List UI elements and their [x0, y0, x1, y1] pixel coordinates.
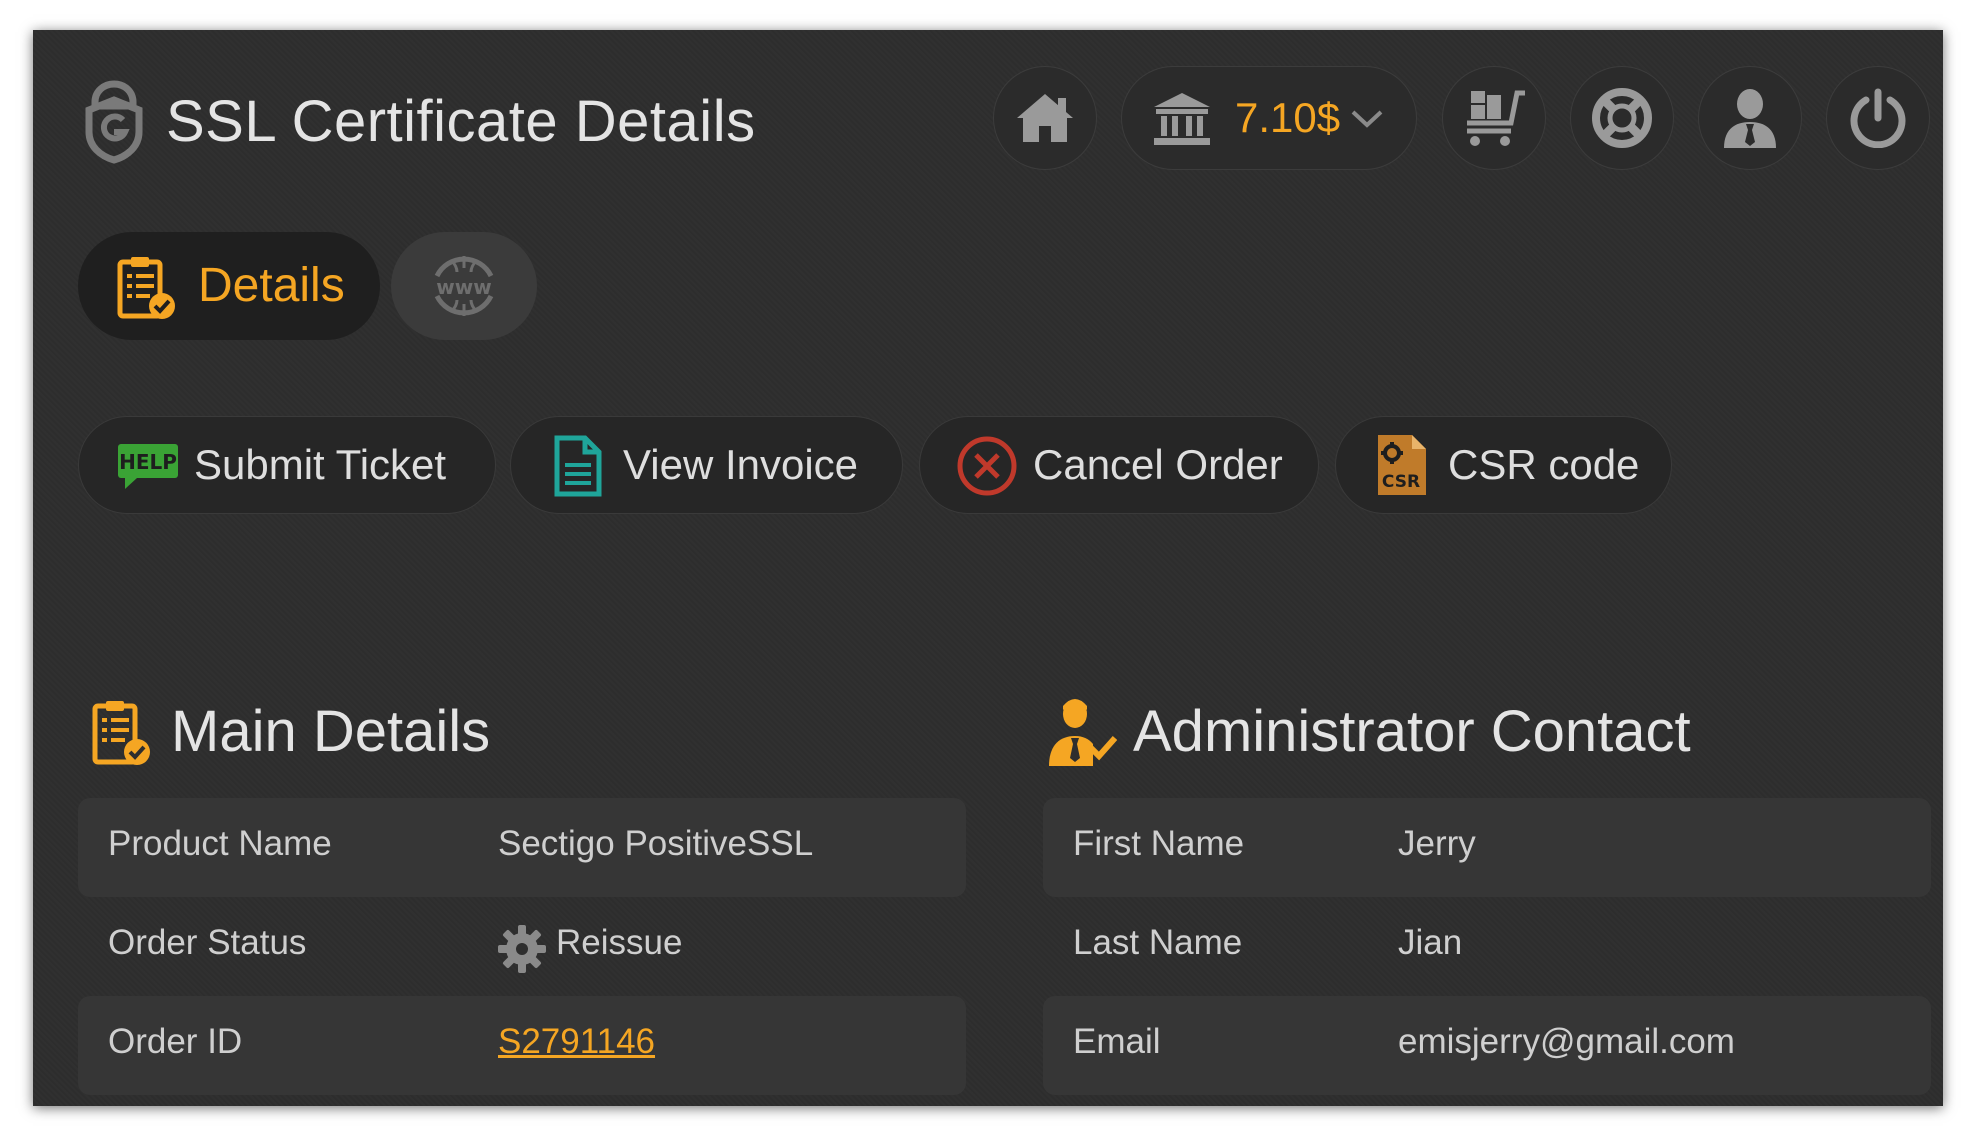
cancel-order-label: Cancel Order	[1033, 441, 1283, 488]
user-icon	[1724, 89, 1776, 148]
power-icon	[1850, 88, 1906, 148]
app-window: SSL Certificate Details 7.10$ Details ww…	[33, 30, 1943, 1106]
order-id-key: Order ID	[108, 1022, 243, 1061]
last-name-key: Last Name	[1073, 923, 1243, 962]
main-details-table: Product Name Sectigo PositiveSSL Order S…	[78, 798, 966, 1095]
table-row: Last Name Jian	[1043, 897, 1931, 996]
cancel-order-button[interactable]: Cancel Order	[919, 416, 1319, 514]
balance-amount: 7.10$	[1235, 94, 1341, 141]
view-invoice-label: View Invoice	[623, 441, 859, 488]
product-name-value: Sectigo PositiveSSL	[498, 824, 814, 863]
admin-contact-title: Administrator Contact	[1133, 699, 1691, 764]
page-title: SSL Certificate Details	[166, 89, 756, 154]
cart-button[interactable]	[1442, 66, 1546, 170]
submit-ticket-button[interactable]: HELP Submit Ticket	[78, 416, 496, 514]
svg-text:www: www	[436, 275, 491, 299]
bank-icon	[1154, 93, 1210, 145]
csr-code-button[interactable]: CSR CSR code	[1335, 416, 1672, 514]
cart-icon	[1467, 90, 1525, 146]
submit-ticket-label: Submit Ticket	[194, 441, 447, 488]
clipboard-check-icon	[92, 701, 150, 765]
first-name-value: Jerry	[1398, 824, 1476, 863]
table-row: First Name Jerry	[1043, 798, 1931, 897]
support-button[interactable]	[1570, 66, 1674, 170]
order-status-value: Reissue	[556, 923, 683, 962]
admin-user-check-icon	[1049, 699, 1117, 766]
gear-icon	[498, 925, 546, 973]
order-status-key: Order Status	[108, 923, 307, 962]
first-name-key: First Name	[1073, 824, 1245, 863]
home-icon	[1017, 94, 1073, 142]
home-button[interactable]	[993, 66, 1097, 170]
chevron-down-icon	[1351, 110, 1383, 128]
order-id-link[interactable]: S2791146	[498, 1022, 655, 1061]
email-value: emisjerry@gmail.com	[1398, 1022, 1735, 1061]
view-invoice-button[interactable]: View Invoice	[510, 416, 903, 514]
www-globe-icon: www	[434, 256, 494, 316]
table-row: Email emisjerry@gmail.com	[1043, 996, 1931, 1095]
table-row: Order ID S2791146	[78, 996, 966, 1095]
svg-text:CSR: CSR	[1382, 472, 1420, 492]
logout-button[interactable]	[1826, 66, 1930, 170]
tab-details-label: Details	[198, 259, 345, 312]
email-key: Email	[1073, 1022, 1161, 1061]
csr-file-icon: CSR	[1378, 435, 1426, 495]
tab-details[interactable]: Details	[78, 232, 380, 340]
last-name-value: Jian	[1398, 923, 1463, 962]
shield-g-icon	[85, 80, 143, 164]
table-row: Product Name Sectigo PositiveSSL	[78, 798, 966, 897]
svg-text:HELP: HELP	[119, 450, 177, 474]
csr-code-label: CSR code	[1448, 441, 1640, 488]
tab-www[interactable]: www	[391, 232, 537, 340]
clipboard-check-icon	[117, 257, 175, 319]
balance-dropdown[interactable]: 7.10$	[1121, 66, 1417, 170]
cancel-circle-icon	[957, 436, 1017, 496]
main-details-title: Main Details	[171, 699, 491, 764]
table-row: Order Status Reissue	[78, 897, 966, 996]
help-icon: HELP	[118, 444, 178, 489]
product-name-key: Product Name	[108, 824, 332, 863]
document-icon	[554, 435, 602, 497]
lifebuoy-icon	[1592, 88, 1652, 148]
admin-contact-table: First Name Jerry Last Name Jian Email em…	[1043, 798, 1931, 1095]
account-button[interactable]	[1698, 66, 1802, 170]
